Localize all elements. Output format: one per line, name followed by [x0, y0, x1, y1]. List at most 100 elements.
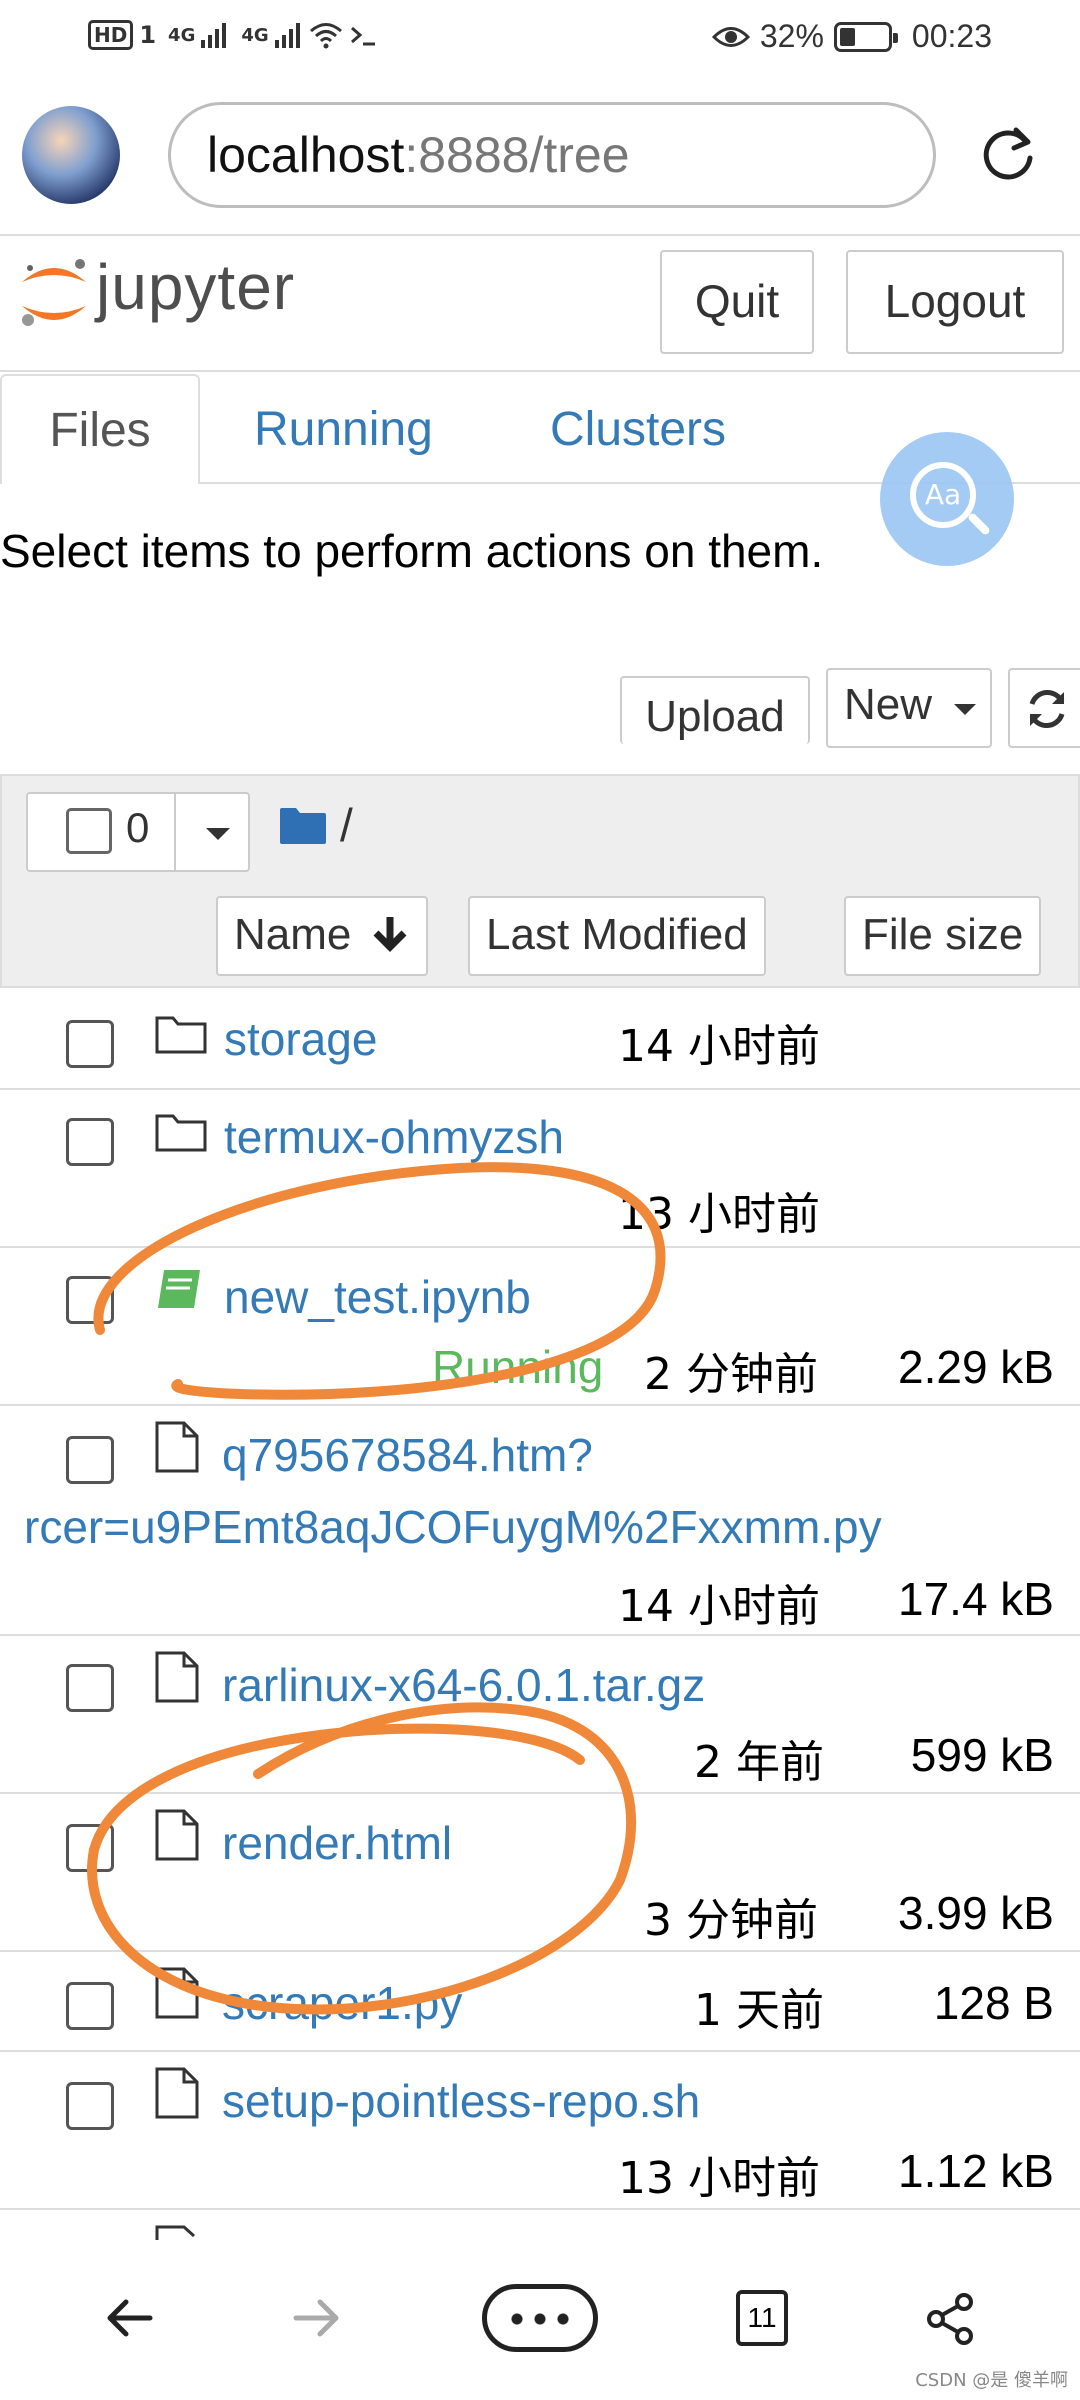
- file-name-link[interactable]: q795678584.htm?: [222, 1428, 593, 1482]
- file-list-header: 0 / Name Last Modified File size: [0, 774, 1080, 988]
- row-checkbox[interactable]: [66, 1020, 114, 1068]
- file-modified: 1 天前: [694, 1985, 824, 2036]
- tab-clusters[interactable]: Clusters: [550, 402, 726, 457]
- file-modified: 3 分钟前: [644, 1895, 818, 1946]
- file-modified: 13 小时前: [618, 2153, 820, 2204]
- caret-down-icon: [954, 704, 976, 715]
- file-row-partial[interactable]: [0, 2210, 1080, 2240]
- file-name-link[interactable]: setup-pointless-repo.sh: [222, 2074, 700, 2128]
- row-checkbox[interactable]: [66, 1118, 114, 1166]
- back-arrow-icon[interactable]: [104, 2296, 154, 2340]
- sort-by-name-button[interactable]: Name: [216, 896, 428, 976]
- arrow-down-icon: [373, 917, 407, 952]
- notebook-icon: [158, 1270, 200, 1308]
- refresh-icon: [1029, 690, 1065, 728]
- magnifier-icon: Aa: [910, 462, 976, 528]
- share-icon[interactable]: [926, 2292, 976, 2346]
- selection-hint: Select items to perform actions on them.: [0, 525, 824, 577]
- magnifier-handle: [966, 511, 992, 537]
- file-icon: [155, 1809, 199, 1861]
- file-name-link[interactable]: rarlinux-x64-6.0.1.tar.gz: [222, 1658, 705, 1712]
- file-size: 599 kB: [910, 1729, 1054, 1781]
- file-name-link[interactable]: new_test.ipynb: [224, 1270, 531, 1324]
- tabs-count-button[interactable]: 11: [736, 2290, 788, 2346]
- file-row[interactable]: termux-ohmyzsh 13 小时前: [0, 1090, 1080, 1248]
- select-all-checkbox[interactable]: [66, 808, 112, 854]
- tab-files[interactable]: Files: [0, 374, 200, 484]
- file-size: 3.99 kB: [898, 1887, 1054, 1939]
- forward-arrow-icon[interactable]: [292, 2296, 342, 2340]
- caret-down-icon[interactable]: [206, 828, 230, 840]
- file-row[interactable]: scraper1.py 1 天前 128 B: [0, 1952, 1080, 2052]
- file-icon: [155, 2067, 199, 2119]
- file-row[interactable]: render.html 3 分钟前 3.99 kB: [0, 1794, 1080, 1952]
- profile-avatar[interactable]: [22, 106, 120, 204]
- signal-icon-2: [274, 23, 300, 48]
- fab-label: Aa: [924, 478, 962, 511]
- wifi-icon: [309, 23, 342, 49]
- folder-icon[interactable]: [278, 806, 328, 846]
- file-size: 2.29 kB: [898, 1341, 1054, 1393]
- file-row[interactable]: rarlinux-x64-6.0.1.tar.gz 2 年前 599 kB: [0, 1636, 1080, 1794]
- status-right: 32% 00:23: [711, 18, 992, 55]
- sort-by-size-button[interactable]: File size: [844, 896, 1042, 976]
- jupyter-wordmark: jupyter: [96, 251, 296, 323]
- file-icon: [155, 1967, 199, 2019]
- refresh-button[interactable]: [1008, 668, 1080, 748]
- folder-outline-icon: [155, 1016, 207, 1054]
- file-row[interactable]: setup-pointless-repo.sh 13 小时前 1.12 kB: [0, 2052, 1080, 2210]
- row-checkbox[interactable]: [66, 1276, 114, 1324]
- network-type-2: 4G: [241, 24, 269, 46]
- file-icon: [155, 1651, 199, 1703]
- sim-indicator: 1: [139, 21, 157, 49]
- file-name-link-cont[interactable]: rcer=u9PEmt8aqJCOFuygM%2Fxxmm.py: [24, 1500, 882, 1554]
- file-modified: 13 小时前: [618, 1189, 820, 1240]
- hd-badge: HD: [88, 20, 134, 50]
- menu-button[interactable]: [482, 2284, 598, 2352]
- file-name-link[interactable]: termux-ohmyzsh: [224, 1110, 564, 1164]
- jupyter-logo-icon: [22, 259, 86, 326]
- tab-running[interactable]: Running: [254, 402, 433, 457]
- sort-name-label: Name: [234, 910, 352, 959]
- upload-button[interactable]: Upload: [620, 676, 810, 744]
- tab-count: 11: [747, 2302, 777, 2333]
- breadcrumb-root[interactable]: /: [340, 798, 353, 852]
- row-checkbox[interactable]: [66, 1664, 114, 1712]
- file-row[interactable]: new_test.ipynb Running 2 分钟前 2.29 kB: [0, 1248, 1080, 1406]
- file-size: 128 B: [933, 1977, 1054, 2029]
- file-row[interactable]: storage 14 小时前: [0, 988, 1080, 1090]
- address-bar[interactable]: localhost:8888/tree: [168, 102, 936, 208]
- row-checkbox[interactable]: [66, 2082, 114, 2130]
- file-name-link[interactable]: storage: [224, 1012, 377, 1066]
- file-modified: 14 小时前: [618, 1581, 820, 1632]
- floating-translate-button[interactable]: Aa: [880, 432, 1014, 566]
- clock: 00:23: [911, 18, 992, 54]
- eye-icon: [711, 26, 750, 47]
- file-size: 17.4 kB: [898, 1573, 1054, 1625]
- battery-percent: 32%: [759, 18, 824, 54]
- select-all-control[interactable]: 0: [26, 792, 250, 872]
- divider: [174, 794, 176, 870]
- reload-icon[interactable]: [976, 122, 1040, 186]
- new-label: New: [844, 680, 933, 729]
- logout-button[interactable]: Logout: [846, 250, 1064, 354]
- row-checkbox[interactable]: [66, 1436, 114, 1484]
- row-checkbox[interactable]: [66, 1982, 114, 2030]
- file-icon: [155, 1421, 199, 1473]
- new-dropdown-button[interactable]: New: [826, 668, 992, 748]
- status-bar: HD 1 4G 4G 32% 00:23: [0, 0, 1080, 80]
- quit-button[interactable]: Quit: [660, 250, 814, 354]
- file-size: 1.12 kB: [898, 2145, 1054, 2197]
- terminal-icon: [350, 26, 375, 46]
- file-name-link[interactable]: render.html: [222, 1816, 452, 1870]
- battery-level: [839, 27, 855, 46]
- browser-toolbar: localhost:8888/tree: [0, 80, 1080, 236]
- row-checkbox[interactable]: [66, 1824, 114, 1872]
- sort-by-modified-button[interactable]: Last Modified: [468, 896, 766, 976]
- network-type-1: 4G: [168, 24, 196, 46]
- file-row[interactable]: q795678584.htm? rcer=u9PEmt8aqJCOFuygM%2…: [0, 1406, 1080, 1636]
- signal-icon-1: [201, 23, 227, 48]
- file-name-link[interactable]: scraper1.py: [222, 1976, 462, 2030]
- file-modified: 2 分钟前: [644, 1349, 818, 1400]
- browser-bottom-nav: 11 CSDN @是 傻羊啊: [0, 2240, 1080, 2400]
